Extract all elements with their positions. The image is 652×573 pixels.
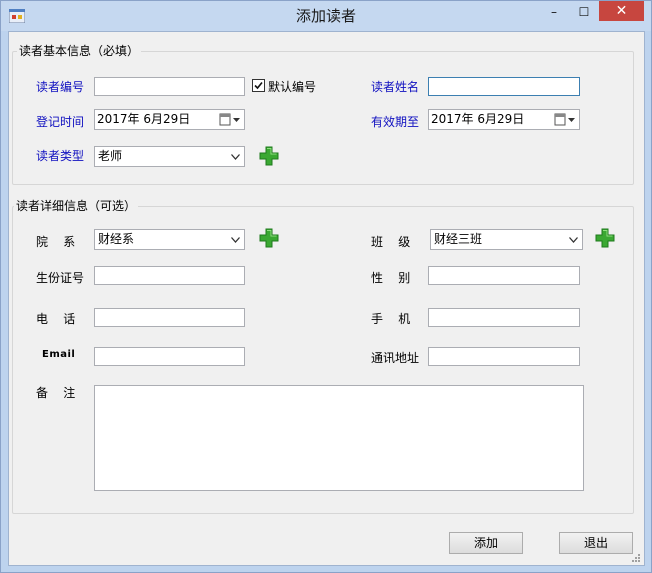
phone-input[interactable] <box>94 308 245 327</box>
id-number-label: 生份证号 <box>36 271 85 285</box>
chevron-down-icon <box>565 230 582 249</box>
chevron-down-icon <box>227 230 244 249</box>
email-input[interactable] <box>94 347 245 366</box>
register-time-label: 登记时间 <box>36 115 85 129</box>
reader-no-input[interactable] <box>94 77 245 96</box>
resize-grip-icon[interactable] <box>631 553 641 563</box>
mobile-input[interactable] <box>428 308 580 327</box>
address-label: 通讯地址 <box>371 351 420 365</box>
title-bar[interactable]: 添加读者 – ☐ ✕ <box>1 1 651 31</box>
valid-until-label: 有效期至 <box>371 115 420 129</box>
mobile-label: 手 机 <box>371 312 411 326</box>
checkmark-icon <box>254 81 263 90</box>
default-no-checkbox[interactable] <box>252 79 265 92</box>
valid-date-value: 2017年 6月29日 <box>431 112 525 126</box>
default-no-label: 默认编号 <box>268 80 317 94</box>
id-number-input[interactable] <box>94 266 245 285</box>
add-department-plus-icon[interactable] <box>259 228 279 248</box>
phone-label: 电 话 <box>36 312 76 326</box>
chevron-down-icon <box>227 147 244 166</box>
note-textarea[interactable] <box>94 385 584 491</box>
reader-no-label: 读者编号 <box>36 80 85 94</box>
department-value: 财经系 <box>98 232 135 246</box>
maximize-button[interactable]: ☐ <box>571 2 597 22</box>
gender-input[interactable] <box>428 266 580 285</box>
add-button[interactable]: 添加 <box>449 532 523 554</box>
register-date-value: 2017年 6月29日 <box>97 112 191 126</box>
valid-date-picker[interactable]: 2017年 6月29日 <box>428 109 580 130</box>
add-reader-type-plus-icon[interactable] <box>259 146 279 166</box>
address-input[interactable] <box>428 347 580 366</box>
exit-button[interactable]: 退出 <box>559 532 633 554</box>
register-date-picker[interactable]: 2017年 6月29日 <box>94 109 245 130</box>
reader-type-select[interactable]: 老师 <box>94 146 245 167</box>
note-label: 备 注 <box>36 386 76 400</box>
class-select[interactable]: 财经三班 <box>430 229 583 250</box>
minimize-button[interactable]: – <box>541 2 567 22</box>
email-label: Email <box>42 349 76 360</box>
calendar-dropdown-icon[interactable] <box>554 113 576 126</box>
reader-name-label: 读者姓名 <box>371 80 420 94</box>
department-label: 院 系 <box>36 235 76 249</box>
add-class-plus-icon[interactable] <box>595 228 615 248</box>
class-label: 班 级 <box>371 235 411 249</box>
basic-info-legend: 读者基本信息（必填） <box>17 42 142 59</box>
dialog-window: 添加读者 – ☐ ✕ 读者基本信息（必填） 读者编号 默认编号 读者姓名 登记时… <box>0 0 652 573</box>
dialog-client-area: 读者基本信息（必填） 读者编号 默认编号 读者姓名 登记时间 2017年 6月2… <box>8 31 645 566</box>
detail-info-legend: 读者详细信息（可选） <box>14 197 139 214</box>
gender-label: 性 别 <box>371 271 411 285</box>
calendar-dropdown-icon[interactable] <box>219 113 241 126</box>
reader-name-input[interactable] <box>428 77 580 96</box>
close-button[interactable]: ✕ <box>599 1 644 21</box>
reader-type-label: 读者类型 <box>36 149 85 163</box>
reader-type-value: 老师 <box>98 149 123 163</box>
department-select[interactable]: 财经系 <box>94 229 245 250</box>
class-value: 财经三班 <box>434 232 483 246</box>
